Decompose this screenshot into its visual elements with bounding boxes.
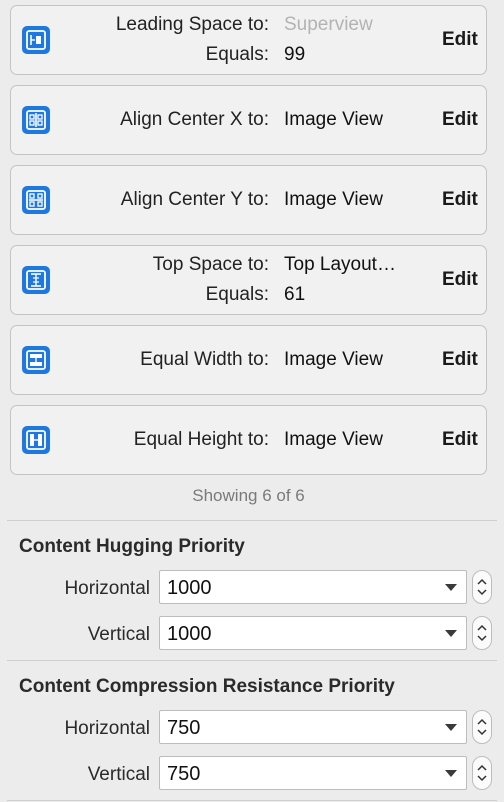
constraint-constant: 61 xyxy=(284,284,306,305)
constraint-constant: 99 xyxy=(284,44,306,65)
hugging-horizontal-select[interactable]: 1000 xyxy=(159,570,467,604)
constraint-row-equal-width[interactable]: Equal Width to: Image View Edit xyxy=(10,325,487,395)
edit-button[interactable]: Edit xyxy=(442,28,486,52)
constraint-row-equal-height[interactable]: Equal Height to: Image View Edit xyxy=(10,405,487,475)
select-value: 1000 xyxy=(167,577,212,599)
equal-width-icon xyxy=(22,346,50,374)
select-value: 1000 xyxy=(167,623,212,645)
constraint-target: Image View xyxy=(284,189,383,210)
stepper-arrows-icon xyxy=(477,578,487,596)
constraint-label: Align Center Y to: xyxy=(120,189,269,210)
select-value: 750 xyxy=(167,717,201,739)
constraint-equals-label: Equals: xyxy=(205,284,269,305)
stepper-arrows-icon xyxy=(477,624,487,642)
constraint-row-top-space[interactable]: Top Space to: Top Layout… Equals: 61 Edi… xyxy=(10,245,487,315)
constraint-target: Image View xyxy=(284,109,383,130)
constraint-equals-label: Equals: xyxy=(205,44,269,65)
chevron-down-icon xyxy=(445,724,457,731)
section-divider xyxy=(7,800,497,801)
hugging-priority-title: Content Hugging Priority xyxy=(19,536,245,557)
compression-horizontal-label: Horizontal xyxy=(64,718,150,739)
stepper-arrows-icon xyxy=(477,764,487,782)
section-divider xyxy=(7,660,497,661)
compression-horizontal-select[interactable]: 750 xyxy=(159,710,467,744)
edit-button[interactable]: Edit xyxy=(442,108,486,132)
constraint-target: Image View xyxy=(284,349,383,370)
constraint-target: Top Layout… xyxy=(284,254,396,275)
top-space-icon xyxy=(22,266,50,294)
hugging-horizontal-stepper[interactable] xyxy=(472,570,492,604)
hugging-vertical-select[interactable]: 1000 xyxy=(159,616,467,650)
constraint-label: Top Space to: xyxy=(152,254,269,275)
stepper-arrows-icon xyxy=(477,718,487,736)
hugging-horizontal-label: Horizontal xyxy=(64,578,150,599)
constraint-row-leading-space[interactable]: Leading Space to: Superview Equals: 99 E… xyxy=(10,5,487,75)
leading-space-icon xyxy=(22,26,50,54)
compression-priority-title: Content Compression Resistance Priority xyxy=(19,676,395,697)
hugging-vertical-stepper[interactable] xyxy=(472,616,492,650)
compression-horizontal-stepper[interactable] xyxy=(472,710,492,744)
edit-button[interactable]: Edit xyxy=(442,348,486,372)
chevron-down-icon xyxy=(445,770,457,777)
compression-vertical-label: Vertical xyxy=(87,764,150,785)
constraint-target: Image View xyxy=(284,429,383,450)
align-center-y-icon xyxy=(22,186,50,214)
constraint-label: Equal Height to: xyxy=(133,429,269,450)
constraint-row-align-center-y[interactable]: Align Center Y to: Image View Edit xyxy=(10,165,487,235)
edit-button[interactable]: Edit xyxy=(442,188,486,212)
constraint-label: Leading Space to: xyxy=(115,14,269,35)
constraint-label: Equal Width to: xyxy=(140,349,269,370)
edit-button[interactable]: Edit xyxy=(442,428,486,452)
hugging-vertical-label: Vertical xyxy=(87,624,150,645)
edit-button[interactable]: Edit xyxy=(442,268,486,292)
compression-vertical-stepper[interactable] xyxy=(472,756,492,790)
constraints-count: Showing 6 of 6 xyxy=(192,486,305,505)
chevron-down-icon xyxy=(445,584,457,591)
constraint-label: Align Center X to: xyxy=(120,109,269,130)
constraint-target: Superview xyxy=(284,14,373,35)
compression-vertical-select[interactable]: 750 xyxy=(159,756,467,790)
section-divider xyxy=(7,520,497,521)
align-center-x-icon xyxy=(22,106,50,134)
equal-height-icon xyxy=(22,426,50,454)
constraint-row-align-center-x[interactable]: Align Center X to: Image View Edit xyxy=(10,85,487,155)
select-value: 750 xyxy=(167,763,201,785)
chevron-down-icon xyxy=(445,630,457,637)
